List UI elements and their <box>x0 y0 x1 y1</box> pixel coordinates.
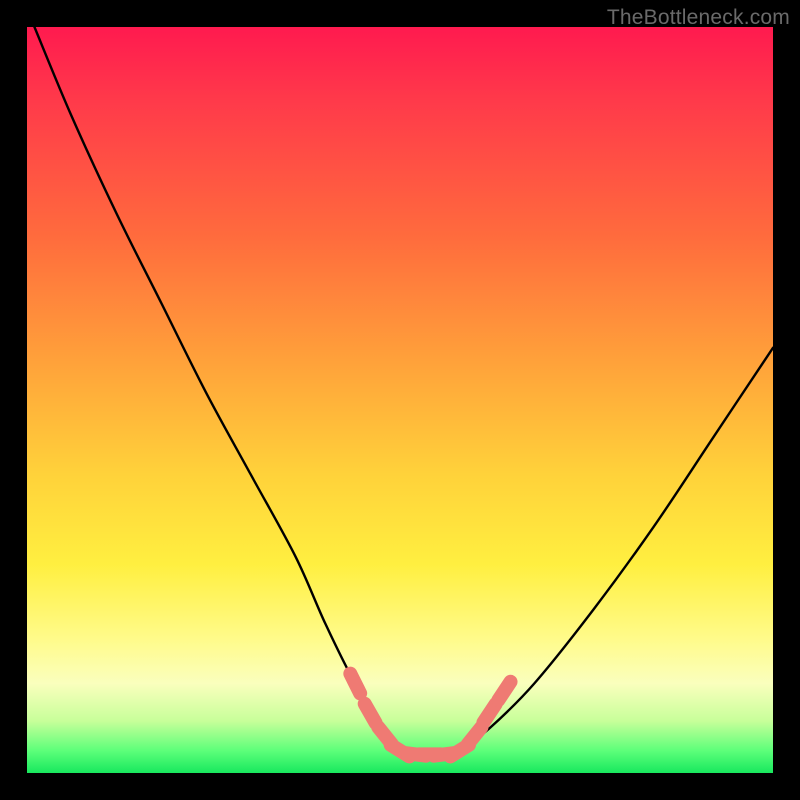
bead <box>498 682 510 700</box>
bead <box>350 674 360 694</box>
bottleneck-curve <box>34 27 773 759</box>
curve-layer <box>27 27 773 773</box>
bead <box>365 704 376 723</box>
bead <box>483 704 495 722</box>
highlight-beads <box>350 674 510 757</box>
plot-area <box>27 27 773 773</box>
bead <box>468 727 482 744</box>
chart-frame: TheBottleneck.com <box>0 0 800 800</box>
watermark-text: TheBottleneck.com <box>607 6 790 30</box>
